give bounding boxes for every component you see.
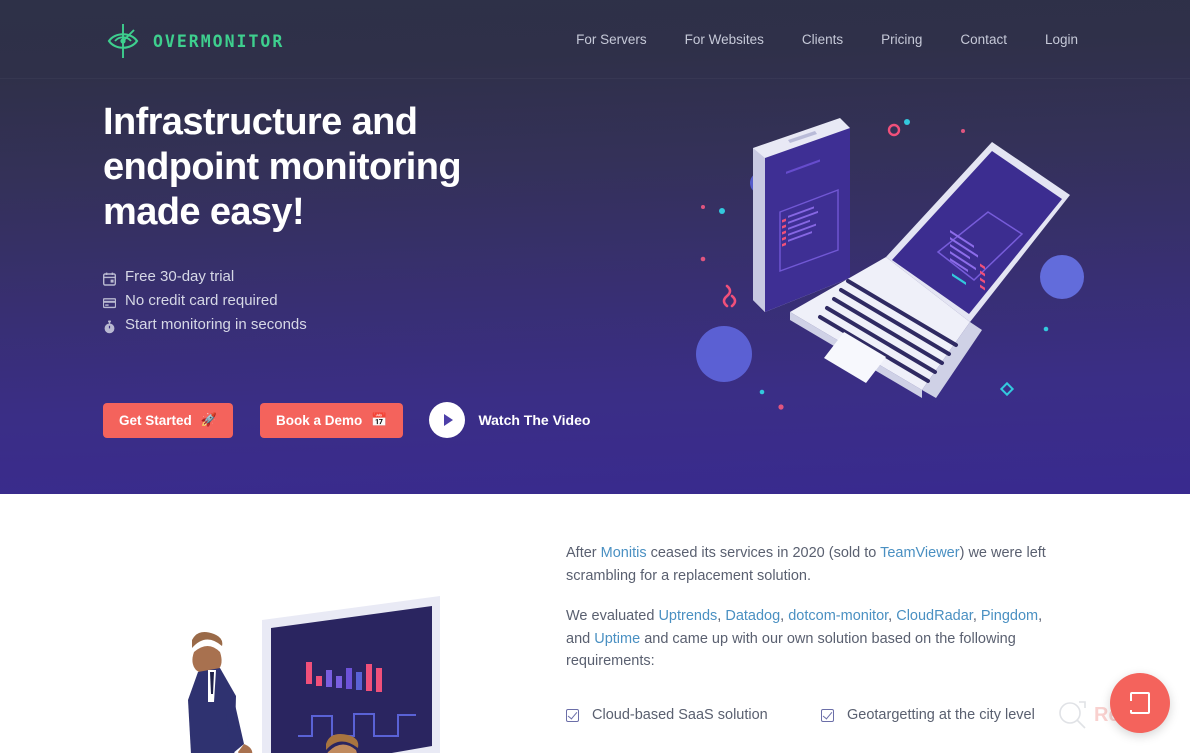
- link-datadog[interactable]: Datadog: [725, 608, 780, 624]
- hero-benefit-label: Free 30-day trial: [125, 268, 235, 285]
- rocket-icon: 🚀: [200, 412, 217, 427]
- credit-card-icon: [102, 294, 117, 309]
- hero-benefit-label: Start monitoring in seconds: [125, 316, 307, 333]
- chat-bubble-icon: [1125, 692, 1150, 714]
- hero-benefit-label: No credit card required: [125, 292, 278, 309]
- landing-page: OVERMONITOR For Servers For Websites Cli…: [0, 0, 1190, 753]
- para1-part2: ceased its services in 2020 (sold to: [646, 545, 881, 561]
- requirements-checklist: Cloud-based SaaS solution Geotargetting …: [566, 706, 1066, 753]
- eye-crosshair-icon: [103, 21, 143, 61]
- para1-part1: After: [566, 545, 601, 561]
- calendar-icon: [102, 270, 117, 286]
- hero-section: OVERMONITOR For Servers For Websites Cli…: [0, 0, 1190, 494]
- stopwatch-icon: [103, 318, 116, 334]
- book-a-demo-button[interactable]: Book a Demo 📅: [259, 402, 404, 438]
- hero-title: Infrastructure and endpoint monitoring m…: [103, 101, 462, 233]
- logo[interactable]: OVERMONITOR: [103, 21, 284, 61]
- play-icon: [429, 402, 466, 438]
- hero-benefit-item: Start monitoring in seconds: [103, 313, 573, 337]
- link-cloudradar[interactable]: CloudRadar: [896, 608, 973, 624]
- hero-copy: Infrastructure and endpoint monitoring m…: [102, 100, 573, 337]
- get-started-label: Get Started: [119, 412, 192, 428]
- navbar: OVERMONITOR For Servers For Websites Cli…: [0, 0, 1190, 80]
- checkbox-checked-icon: [566, 709, 579, 722]
- para2-part1: We evaluated: [566, 608, 659, 624]
- hero-cta-row: Get Started 🚀 Book a Demo 📅 Watch The Vi…: [103, 402, 590, 438]
- watch-the-video-label: Watch The Video: [478, 412, 591, 428]
- checklist-label: Cloud-based SaaS solution: [592, 707, 768, 723]
- checkbox-checked-icon: [821, 709, 834, 722]
- nav-item-contact[interactable]: Contact: [960, 32, 1007, 47]
- isometric-people-dashboard-illustration: [150, 584, 520, 753]
- checklist-item: Cloud-based SaaS solution: [566, 706, 821, 725]
- calendar-emoji-icon: 📅: [371, 412, 388, 427]
- checklist-label: Geotargetting at the city level: [847, 707, 1035, 723]
- book-a-demo-label: Book a Demo: [275, 412, 363, 428]
- nav-links: For Servers For Websites Clients Pricing…: [576, 32, 1078, 47]
- about-paragraph-2: We evaluated Uptrends, Datadog, dotcom-m…: [566, 605, 1046, 673]
- chat-support-button[interactable]: [1110, 673, 1170, 733]
- link-dotcom-monitor[interactable]: dotcom-monitor: [788, 608, 888, 624]
- nav-item-clients[interactable]: Clients: [802, 32, 843, 47]
- logo-text: OVERMONITOR: [153, 31, 285, 51]
- about-copy: After Monitis ceased its services in 202…: [566, 542, 1046, 691]
- nav-item-for-servers[interactable]: For Servers: [576, 32, 647, 47]
- nav-item-pricing[interactable]: Pricing: [881, 32, 922, 47]
- link-pingdom[interactable]: Pingdom: [981, 608, 1038, 624]
- link-monitis[interactable]: Monitis: [601, 545, 647, 561]
- hero-benefit-list: Free 30-day trial No credit card require…: [102, 265, 573, 337]
- about-paragraph-1: After Monitis ceased its services in 202…: [566, 542, 1046, 587]
- link-teamviewer[interactable]: TeamViewer: [880, 545, 960, 561]
- get-started-button[interactable]: Get Started 🚀: [103, 402, 233, 438]
- link-uptime[interactable]: Uptime: [594, 631, 640, 647]
- link-uptrends[interactable]: Uptrends: [658, 608, 717, 624]
- nav-item-login[interactable]: Login: [1045, 32, 1078, 47]
- hero-benefit-item: Free 30-day trial: [102, 265, 573, 289]
- hero-benefit-item: No credit card required: [102, 289, 573, 313]
- isometric-laptop-and-phone-illustration: [670, 100, 1120, 450]
- para2-sep4: ,: [972, 608, 981, 624]
- checklist-item: Geotargetting at the city level: [821, 706, 1066, 725]
- watch-the-video-button[interactable]: Watch The Video: [429, 402, 590, 438]
- about-section: After Monitis ceased its services in 202…: [0, 494, 1190, 753]
- nav-item-for-websites[interactable]: For Websites: [685, 32, 764, 47]
